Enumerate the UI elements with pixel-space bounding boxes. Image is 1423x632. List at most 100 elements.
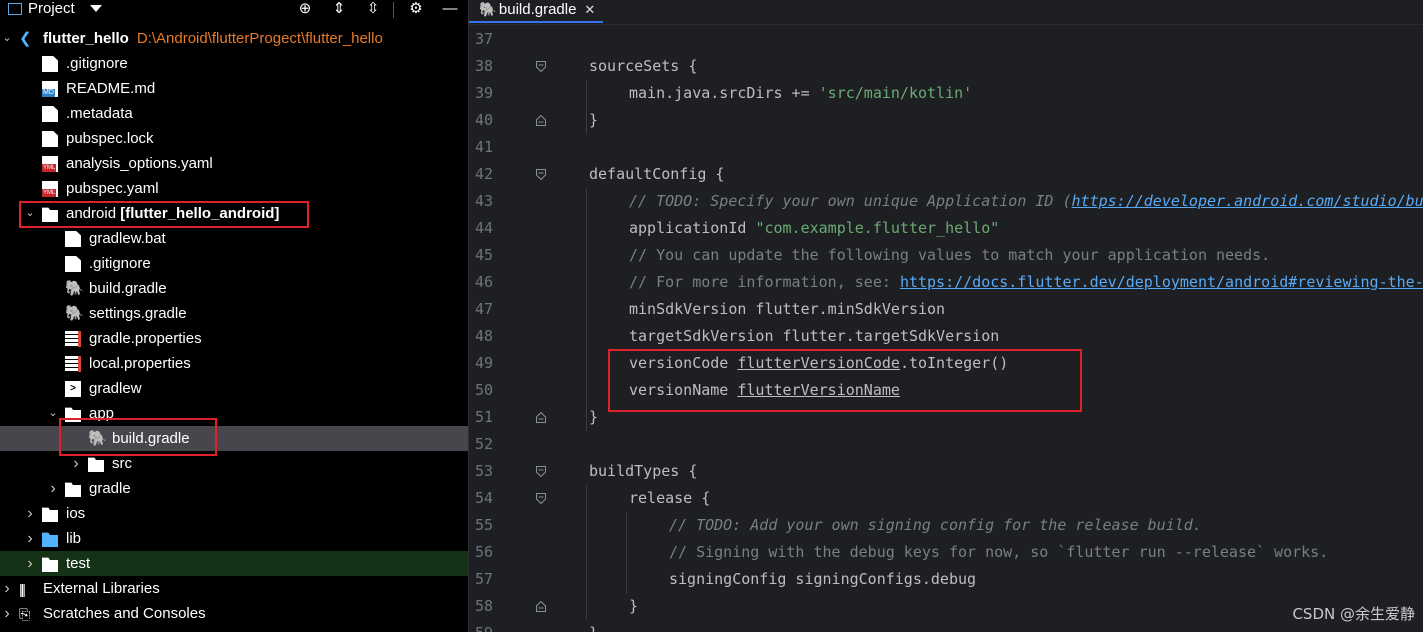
expand-all-icon[interactable]: ⇕ <box>329 0 349 18</box>
line-number: 54 <box>474 489 493 507</box>
code-line[interactable]: 42 defaultConfig { <box>469 161 1423 188</box>
code-line[interactable]: 51} <box>469 404 1423 431</box>
chevron-right-icon[interactable]: › <box>47 476 59 501</box>
tree-item-label: .gitignore <box>89 255 151 272</box>
line-number: 45 <box>474 246 493 264</box>
chevron-down-icon[interactable]: ⌄ <box>1 26 13 51</box>
tree-item[interactable]: › ios <box>0 501 468 526</box>
tree-item[interactable]: gradlew.bat <box>0 226 468 251</box>
tree-item[interactable]: ⌄ app <box>0 401 468 426</box>
code-line[interactable]: 52 <box>469 431 1423 458</box>
code-line[interactable]: 55 // TODO: Add your own signing config f… <box>469 512 1423 539</box>
fold-close-icon[interactable] <box>536 601 546 612</box>
chevron-right-icon[interactable]: › <box>24 501 36 526</box>
chevron-down-icon[interactable]: ⌄ <box>24 201 36 226</box>
code-text: // For more information, see: https://do… <box>629 273 1423 291</box>
code-text: buildTypes { <box>589 462 698 480</box>
code-line[interactable]: 50 versionName flutterVersionName <box>469 377 1423 404</box>
code-line[interactable]: 49 versionCode flutterVersionCode.toInteg… <box>469 350 1423 377</box>
chevron-right-icon[interactable]: › <box>1 601 13 626</box>
code-line[interactable]: 45 // You can update the following values… <box>469 242 1423 269</box>
tree-item[interactable]: 🐘 build.gradle <box>0 426 468 451</box>
flutter-icon: ❮ <box>19 30 32 47</box>
tab-build-gradle[interactable]: 🐘 build.gradle ✕ <box>469 0 604 23</box>
tree-item[interactable]: pubspec.lock <box>0 126 468 151</box>
dropdown-caret-icon[interactable] <box>90 5 102 12</box>
editor-tab-bar: 🐘 build.gradle ✕ <box>469 0 1423 23</box>
tree-item-label: gradlew.bat <box>89 230 166 247</box>
gear-icon[interactable]: ⚙ <box>406 0 426 18</box>
tree-item[interactable]: ⌄ ❮ flutter_hello D:\Android\flutterProgect… <box>0 26 468 51</box>
tree-item-label: analysis_options.yaml <box>66 155 213 172</box>
yaml-file-icon <box>42 156 58 172</box>
gradle-icon: 🐘 <box>479 1 497 17</box>
test-folder-icon <box>42 557 58 572</box>
fold-open-icon[interactable] <box>536 466 546 477</box>
code-line[interactable]: 38 sourceSets { <box>469 53 1423 80</box>
chevron-right-icon[interactable]: › <box>24 551 36 576</box>
tree-item[interactable]: README.md <box>0 76 468 101</box>
line-number: 53 <box>474 462 493 480</box>
code-line[interactable]: 40} <box>469 107 1423 134</box>
code-line[interactable]: 37 <box>469 26 1423 53</box>
locate-icon[interactable]: ⊕ <box>295 0 315 18</box>
tree-item[interactable]: pubspec.yaml <box>0 176 468 201</box>
code-line[interactable]: 54 release { <box>469 485 1423 512</box>
tree-item[interactable]: .metadata <box>0 101 468 126</box>
tree-item[interactable]: ⌄ android [flutter_hello_android] <box>0 201 468 226</box>
chevron-right-icon[interactable]: › <box>24 526 36 551</box>
code-line[interactable]: 59} <box>469 620 1423 632</box>
tree-item[interactable]: › lib <box>0 526 468 551</box>
tree-item[interactable]: › ⎘ Scratches and Consoles <box>0 601 468 626</box>
fold-close-icon[interactable] <box>536 115 546 126</box>
code-line[interactable]: 46 // For more information, see: https://… <box>469 269 1423 296</box>
tree-item[interactable]: 🐘 build.gradle <box>0 276 468 301</box>
tree-item[interactable]: > gradlew <box>0 376 468 401</box>
code-text: sourceSets { <box>589 57 698 75</box>
fold-open-icon[interactable] <box>536 169 546 180</box>
tree-item-label: gradle <box>89 480 131 497</box>
libraries-icon: ||| <box>19 581 26 597</box>
code-line[interactable]: 43 // TODO: Specify your own unique Appli… <box>469 188 1423 215</box>
code-line[interactable]: 56 // Signing with the debug keys for now… <box>469 539 1423 566</box>
project-panel-title[interactable]: Project <box>28 0 75 18</box>
tree-item-label: pubspec.yaml <box>66 180 159 197</box>
code-line[interactable]: 57 signingConfig signingConfigs.debug <box>469 566 1423 593</box>
chevron-right-icon[interactable]: › <box>1 576 13 601</box>
collapse-all-icon[interactable]: ⇳ <box>363 0 383 18</box>
code-line[interactable]: 47 minSdkVersion flutter.minSdkVersion <box>469 296 1423 323</box>
tree-item[interactable]: › ||| External Libraries <box>0 576 468 601</box>
tree-item[interactable]: .gitignore <box>0 251 468 276</box>
toolbar-separator <box>393 2 394 18</box>
tree-item[interactable]: .gitignore <box>0 51 468 76</box>
fold-close-icon[interactable] <box>536 412 546 423</box>
chevron-right-icon[interactable]: › <box>70 451 82 476</box>
chevron-down-icon[interactable]: ⌄ <box>47 401 59 426</box>
code-line[interactable]: 58} <box>469 593 1423 620</box>
fold-open-icon[interactable] <box>536 493 546 504</box>
tree-item[interactable]: local.properties <box>0 351 468 376</box>
close-icon[interactable]: ✕ <box>584 2 595 17</box>
tree-item[interactable]: › gradle <box>0 476 468 501</box>
properties-file-icon <box>65 356 81 372</box>
line-number: 48 <box>474 327 493 345</box>
code-line[interactable]: 48 targetSdkVersion flutter.targetSdkVers… <box>469 323 1423 350</box>
tree-item-label: gradlew <box>89 380 142 397</box>
tree-item-label: ios <box>66 505 86 522</box>
tree-item[interactable]: › test <box>0 551 468 576</box>
tree-item[interactable]: › src <box>0 451 468 476</box>
tree-item[interactable]: 🐘 settings.gradle <box>0 301 468 326</box>
line-number: 56 <box>474 543 493 561</box>
line-number: 52 <box>474 435 493 453</box>
fold-open-icon[interactable] <box>536 61 546 72</box>
code-line[interactable]: 41 <box>469 134 1423 161</box>
tree-item[interactable]: gradle.properties <box>0 326 468 351</box>
code-line[interactable]: 53 buildTypes { <box>469 458 1423 485</box>
code-line[interactable]: 39 main.java.srcDirs += 'src/main/kotlin' <box>469 80 1423 107</box>
tree-item-label: src <box>112 455 132 472</box>
code-line[interactable]: 44 applicationId "com.example.flutter_hel… <box>469 215 1423 242</box>
line-number: 55 <box>474 516 493 534</box>
tree-item[interactable]: analysis_options.yaml <box>0 151 468 176</box>
code-editor[interactable]: 🐘 build.gradle ✕ 37 38 sourceSets {39 main.… <box>468 0 1423 632</box>
hide-icon[interactable]: — <box>440 0 460 18</box>
